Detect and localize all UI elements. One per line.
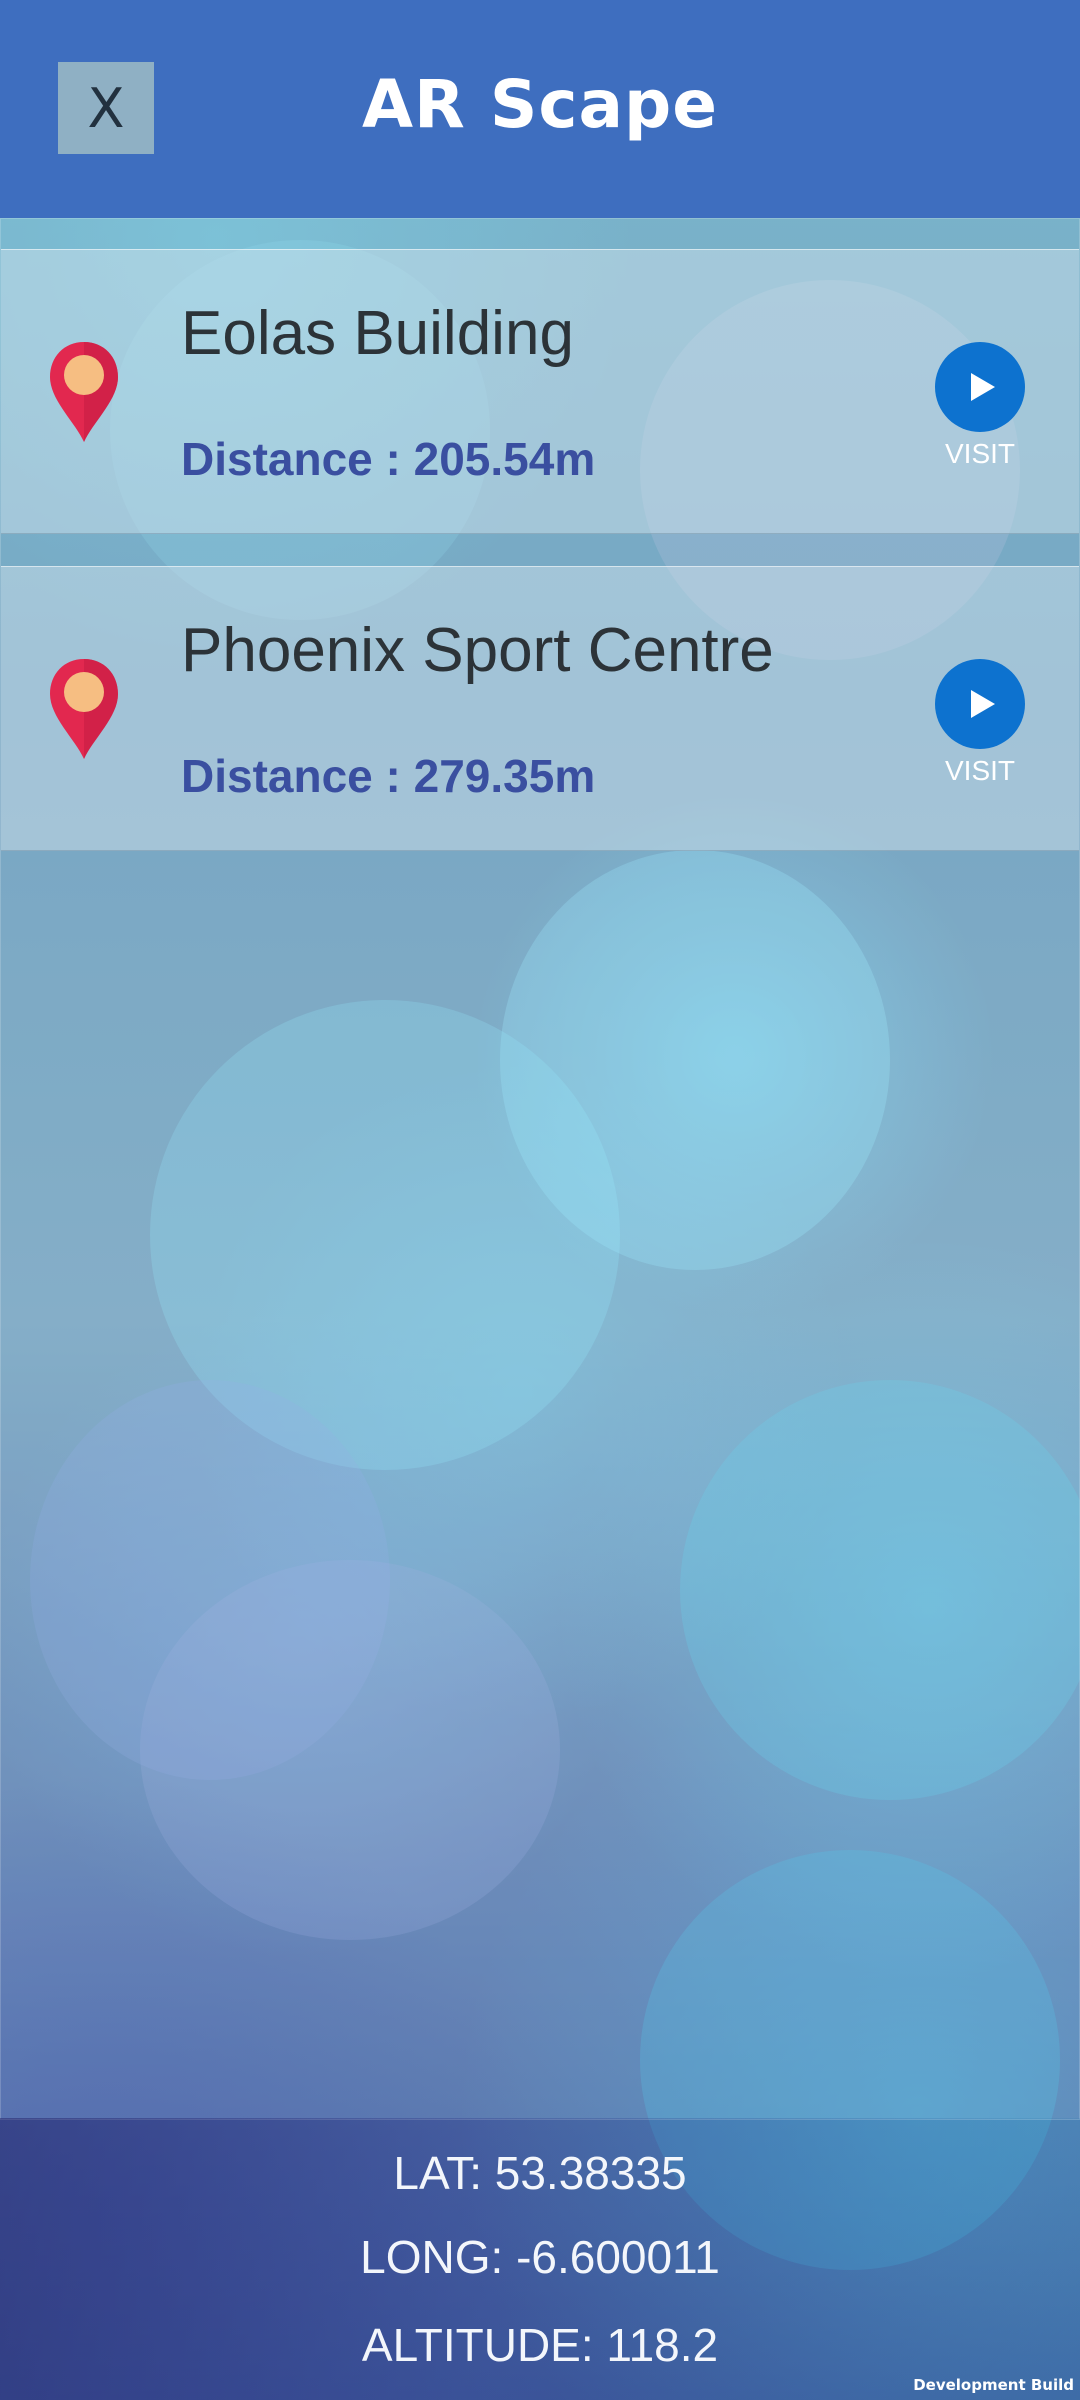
visit-button[interactable]: VISIT [935,659,1025,787]
app-header: X AR Scape [0,0,1080,218]
location-distance: Distance : 279.35m [181,750,596,802]
play-icon [971,373,995,401]
latitude-readout: LAT: 53.38335 [393,2147,687,2199]
development-build-label: Development Build [913,2376,1074,2394]
location-distance: Distance : 205.54m [181,433,596,485]
visit-circle[interactable] [935,342,1025,432]
gps-footer: LAT: 53.38335 LONG: -6.600011 ALTITUDE: … [0,2118,1080,2400]
list-item[interactable]: Eolas Building Distance : 205.54m VISIT [1,249,1079,534]
location-name: Eolas Building [181,299,574,368]
visit-button[interactable]: VISIT [935,342,1025,470]
visit-label: VISIT [944,438,1015,469]
visit-circle[interactable] [935,659,1025,749]
map-pin-icon [50,342,118,442]
ar-scape-screen: X AR Scape Eolas Building Distance : 205… [0,0,1080,2400]
page-title: AR Scape [361,66,719,143]
altitude-readout: ALTITUDE: 118.2 [361,2319,719,2371]
list-item[interactable]: Phoenix Sport Centre Distance : 279.35m … [1,566,1079,851]
map-pin-icon [50,659,118,759]
longitude-readout: LONG: -6.600011 [360,2231,720,2283]
visit-label: VISIT [944,755,1015,786]
location-name: Phoenix Sport Centre [181,616,774,685]
play-icon [971,690,995,718]
location-list[interactable]: Eolas Building Distance : 205.54m VISIT … [0,218,1080,2120]
